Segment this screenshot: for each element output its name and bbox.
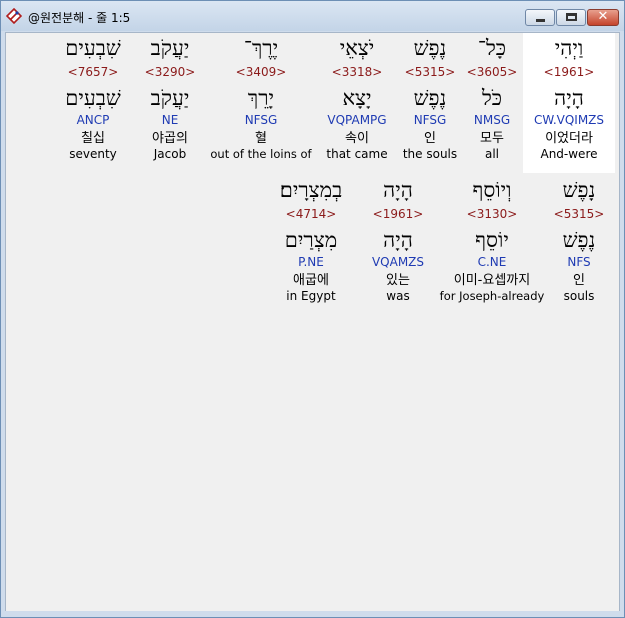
strong-number[interactable]: <4714> xyxy=(268,207,354,221)
english-gloss: in Egypt xyxy=(286,289,336,303)
strong-number[interactable]: <3409> xyxy=(209,65,313,79)
morph-code: ANCP xyxy=(76,113,110,127)
hebrew-lemma: יָצָא xyxy=(342,86,372,110)
strong-number[interactable]: <3290> xyxy=(140,65,200,79)
hebrew-lemma: הָיָה xyxy=(383,228,413,252)
hebrew-lemma: יַעֲקֹב xyxy=(150,86,190,110)
word-cell[interactable]: שִׁבְעִים <7657> שִׁבְעִים ANCP 칠십 seven… xyxy=(60,35,126,161)
morph-code: C.NE xyxy=(477,255,507,269)
word-cell[interactable]: יֹצְאֵי <3318> יָצָא VQPAMPG 속이 that cam… xyxy=(318,35,396,161)
korean-gloss: 칠십 xyxy=(81,131,105,146)
hebrew-surface: יַעֲקֹב xyxy=(150,36,190,60)
word-cell[interactable]: וְיוֹסֵף <3130> יוֹסֵף C.NE 이미-요셉까지 for … xyxy=(434,177,550,303)
korean-gloss: 애굽에 xyxy=(293,273,329,288)
english-gloss: the souls xyxy=(402,147,458,161)
strong-number[interactable]: <7657> xyxy=(60,65,126,79)
maximize-button[interactable] xyxy=(556,9,586,26)
english-gloss: souls xyxy=(563,289,595,303)
morph-code: CW.VQIMZS xyxy=(533,113,605,127)
word-cell[interactable]: נֶפֶשׁ <5315> נֶפֶשׁ NFSG 인 the souls xyxy=(397,35,463,161)
korean-gloss: 모두 xyxy=(480,131,504,146)
hebrew-surface: יֹצְאֵי xyxy=(339,36,375,60)
english-gloss: And-were xyxy=(540,147,598,161)
app-logo-icon xyxy=(5,7,23,25)
minimize-button[interactable] xyxy=(525,9,555,26)
english-gloss: Jacob xyxy=(153,147,187,161)
hebrew-lemma: מִצְרַיִם xyxy=(284,228,338,252)
close-button[interactable]: ✕ xyxy=(587,9,619,26)
hebrew-lemma: נֶפֶשׁ xyxy=(562,228,596,252)
hebrew-lemma: הָיָה xyxy=(554,86,584,110)
word-cell[interactable]: כָּל־ <3605> כֹּל NMSG 모두 all xyxy=(462,35,522,161)
strong-number[interactable]: <3318> xyxy=(318,65,396,79)
korean-gloss: 인 xyxy=(573,273,585,288)
hebrew-surface: יֶרֶךְ־ xyxy=(243,36,279,60)
morph-code: P.NE xyxy=(298,255,324,269)
english-gloss: that came xyxy=(326,147,388,161)
title-bar[interactable]: @원전분해 - 줄 1:5 ✕ xyxy=(1,1,624,31)
morph-code: NE xyxy=(161,113,179,127)
morph-code: NFS xyxy=(567,255,591,269)
bottom-frame-edge xyxy=(1,611,624,617)
app-window: @원전분해 - 줄 1:5 ✕ וַיְהִי <1961> הָיָה CW.… xyxy=(0,0,625,618)
word-cell[interactable]: נָפֶשׁ <5315> נֶפֶשׁ NFS 인 souls xyxy=(549,177,609,303)
close-icon: ✕ xyxy=(597,9,609,24)
korean-gloss: 인 xyxy=(424,131,436,146)
english-gloss: out of the loins of xyxy=(210,147,312,161)
english-gloss: for Joseph-already xyxy=(439,289,545,303)
korean-gloss: 이미-요셉까지 xyxy=(453,273,531,288)
word-cell[interactable]: הָיָה <1961> הָיָה VQAMZS 있는 was xyxy=(363,177,433,303)
hebrew-lemma: יָרֵךְ xyxy=(247,86,275,110)
word-cell[interactable]: בְמִצְרָיִם׃ <4714> מִצְרַיִם P.NE 애굽에 i… xyxy=(268,177,354,303)
word-cell[interactable]: וַיְהִי <1961> הָיָה CW.VQIMZS 이었더라 And-… xyxy=(525,35,613,161)
strong-number[interactable]: <5315> xyxy=(549,207,609,221)
hebrew-surface: נָפֶשׁ xyxy=(562,178,596,202)
english-gloss: seventy xyxy=(69,147,117,161)
korean-gloss: 이었더라 xyxy=(545,131,593,146)
english-gloss: all xyxy=(484,147,500,161)
hebrew-surface: בְמִצְרָיִם׃ xyxy=(279,178,343,202)
hebrew-surface: הָיָה xyxy=(383,178,413,202)
hebrew-lemma: יוֹסֵף xyxy=(475,228,509,252)
hebrew-surface: נֶפֶשׁ xyxy=(413,36,447,60)
strong-number[interactable]: <3130> xyxy=(434,207,550,221)
morph-code: VQPAMPG xyxy=(327,113,387,127)
morph-code: NMSG xyxy=(473,113,511,127)
morph-code: NFSG xyxy=(413,113,447,127)
strong-number[interactable]: <5315> xyxy=(397,65,463,79)
maximize-icon xyxy=(566,13,577,21)
hebrew-surface: וְיוֹסֵף xyxy=(472,178,512,202)
english-gloss: was xyxy=(386,289,410,303)
hebrew-lemma: שִׁבְעִים xyxy=(65,86,121,110)
hebrew-surface: וַיְהִי xyxy=(554,36,584,60)
morph-code: VQAMZS xyxy=(371,255,425,269)
strong-number[interactable]: <1961> xyxy=(363,207,433,221)
hebrew-lemma: כֹּל xyxy=(481,86,503,110)
korean-gloss: 혈 xyxy=(255,131,267,146)
hebrew-surface: שִׁבְעִים xyxy=(65,36,121,60)
korean-gloss: 속이 xyxy=(345,131,369,146)
hebrew-surface: כָּל־ xyxy=(477,36,507,60)
strong-number[interactable]: <3605> xyxy=(462,65,522,79)
window-title: @원전분해 - 줄 1:5 xyxy=(28,11,131,25)
morph-code: NFSG xyxy=(244,113,278,127)
word-cell[interactable]: יַעֲקֹב <3290> יַעֲקֹב NE 야곱의 Jacob xyxy=(140,35,200,161)
korean-gloss: 야곱의 xyxy=(152,131,188,146)
interlinear-view[interactable]: וַיְהִי <1961> הָיָה CW.VQIMZS 이었더라 And-… xyxy=(5,32,620,612)
hebrew-lemma: נֶפֶשׁ xyxy=(413,86,447,110)
word-cell[interactable]: יֶרֶךְ־ <3409> יָרֵךְ NFSG 혈 out of the … xyxy=(209,35,313,161)
strong-number[interactable]: <1961> xyxy=(525,65,613,79)
minimize-icon xyxy=(536,19,545,22)
korean-gloss: 있는 xyxy=(386,273,410,288)
